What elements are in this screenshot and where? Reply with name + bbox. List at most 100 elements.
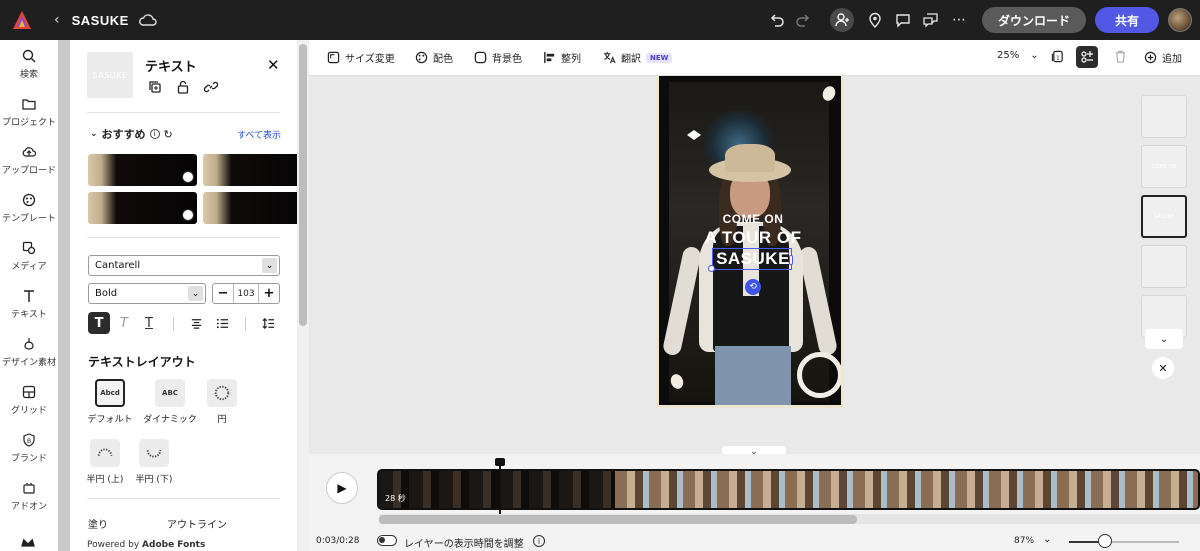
chevron-down-icon: ⌄ <box>262 258 277 273</box>
refresh-icon[interactable]: ↻ <box>164 128 173 141</box>
rail-item-brand[interactable]: B ブランド <box>0 424 58 472</box>
rail-item-upload[interactable]: アップロード <box>0 136 58 184</box>
share-button[interactable]: 共有 <box>1094 7 1159 33</box>
rail-item-templates[interactable]: テンプレート <box>0 184 58 232</box>
align-button[interactable]: 整列 <box>543 50 581 65</box>
download-button[interactable]: ダウンロード <box>981 7 1086 33</box>
rail-item-grid[interactable]: グリッド <box>0 376 58 424</box>
timeline: ▶ 28 秒 0:03/0:28 レイヤーの表示時間を調整 i 87% ⌄ <box>309 454 1200 551</box>
layers-icon[interactable] <box>1076 46 1098 68</box>
info-icon[interactable]: i <box>533 535 545 547</box>
rail-item-projects[interactable]: プロジェクト <box>0 88 58 136</box>
page-thumbnail[interactable]: COME ON <box>1141 145 1187 188</box>
play-icon[interactable]: ▶ <box>326 472 358 504</box>
crown-icon[interactable] <box>20 534 36 550</box>
line-spacing-icon[interactable] <box>257 312 279 334</box>
rail-item-addons[interactable]: アドオン <box>0 472 58 520</box>
redo-icon[interactable] <box>792 9 814 31</box>
video-frame[interactable]: COME ON A TOUR OF SASUKE ⟲ <box>656 76 844 408</box>
media-icon <box>22 241 36 254</box>
left-rail: 検索 プロジェクト アップロード テンプレート メディア テキスト デザイン素材… <box>0 40 58 551</box>
timeline-zoom-slider-handle[interactable] <box>1098 534 1112 548</box>
more-icon[interactable]: ⋯ <box>948 9 970 31</box>
zoom-value: 25% <box>997 50 1020 61</box>
adobe-express-logo-icon[interactable] <box>12 10 32 30</box>
translate-button[interactable]: 翻訳 NEW <box>603 50 673 65</box>
link-icon[interactable] <box>204 80 218 94</box>
text-come-on[interactable]: COME ON <box>659 212 841 226</box>
project-title[interactable]: SASUKE <box>72 13 129 28</box>
layout-arc-up-option[interactable] <box>90 439 120 467</box>
page-count-icon[interactable]: 1 <box>1051 50 1064 63</box>
close-pages-icon[interactable]: ✕ <box>1152 357 1174 379</box>
shapes-icon <box>24 337 34 350</box>
recommended-header[interactable]: ⌄ おすすめ i ↻ <box>90 126 173 142</box>
rail-item-search[interactable]: 検索 <box>0 40 58 88</box>
unlock-icon[interactable] <box>176 80 190 94</box>
panel-title: テキスト <box>145 60 197 75</box>
back-chevron-icon[interactable]: ‹ <box>54 12 60 28</box>
rail-item-design-assets[interactable]: デザイン素材 <box>0 328 58 376</box>
rail-item-text[interactable]: テキスト <box>0 280 58 328</box>
resize-button[interactable]: サイズ変更 <box>327 50 395 65</box>
show-all-link[interactable]: すべて表示 <box>237 128 281 141</box>
chevron-down-icon[interactable]: ⌄ <box>1043 534 1051 545</box>
trash-icon[interactable] <box>1114 50 1127 63</box>
tab-outline[interactable]: アウトライン <box>167 516 227 531</box>
text-properties-panel: SASUKE テキスト ✕ ⌄ おすすめ i ↻ すべて表示 Cantarell… <box>70 40 297 551</box>
layer-duration-toggle[interactable] <box>377 535 397 546</box>
location-pin-icon[interactable] <box>864 9 886 31</box>
page-thumbnail[interactable] <box>1141 245 1187 288</box>
rotate-handle-icon[interactable]: ⟲ <box>745 279 761 295</box>
resize-handle[interactable] <box>708 265 715 272</box>
avatar[interactable] <box>1168 8 1192 32</box>
font-size-stepper[interactable]: − 103 + <box>212 283 280 304</box>
page-thumbnail-selected[interactable]: SASUKE <box>1141 195 1187 238</box>
rail-scrollbar[interactable] <box>58 40 70 551</box>
resize-handle[interactable] <box>789 255 793 265</box>
more-pages-chevron-icon[interactable]: ⌄ <box>1145 329 1183 349</box>
style-preset-tile[interactable] <box>203 154 297 186</box>
duplicate-icon[interactable] <box>148 80 162 94</box>
powered-brand[interactable]: Adobe Fonts <box>142 540 205 550</box>
layout-dynamic-option[interactable]: ABC <box>155 379 185 407</box>
style-preset-tile[interactable] <box>88 154 197 186</box>
panel-scrollbar-thumb[interactable] <box>299 44 307 326</box>
page-thumbnail[interactable] <box>1141 95 1187 138</box>
style-preset-tile[interactable] <box>88 192 197 224</box>
undo-icon[interactable] <box>766 9 788 31</box>
tab-fill[interactable]: 塗り <box>88 516 108 531</box>
color-scheme-button[interactable]: 配色 <box>415 50 453 65</box>
rail-item-media[interactable]: メディア <box>0 232 58 280</box>
powered-by-text: Powered by Adobe Fonts <box>87 540 205 550</box>
background-color-button[interactable]: 背景色 <box>474 50 522 65</box>
style-preset-tile[interactable] <box>203 192 297 224</box>
close-icon[interactable]: ✕ <box>267 56 280 74</box>
align-center-icon[interactable] <box>185 312 207 334</box>
font-weight-select[interactable]: Bold ⌄ <box>88 283 206 304</box>
playhead[interactable] <box>499 458 501 514</box>
underline-text-icon[interactable]: T <box>138 312 160 334</box>
info-icon[interactable]: i <box>149 129 160 139</box>
canvas-area[interactable]: COME ON A TOUR OF SASUKE ⟲ COME ON SASUK… <box>309 76 1200 458</box>
comment-icon[interactable] <box>892 9 914 31</box>
invite-user-icon[interactable] <box>829 8 854 32</box>
zoom-select[interactable]: 25% ⌄ <box>997 50 1039 61</box>
font-size-value[interactable]: 103 <box>233 284 259 303</box>
font-family-select[interactable]: Cantarell ⌄ <box>88 255 280 276</box>
bold-text-icon[interactable]: T <box>88 312 110 334</box>
review-icon[interactable] <box>920 9 942 31</box>
decrease-font-size-button[interactable]: − <box>213 284 233 303</box>
add-page-button[interactable]: 追加 <box>1144 50 1182 65</box>
layout-arc-down-option[interactable] <box>139 439 169 467</box>
timeline-scrollbar-thumb[interactable] <box>379 515 857 524</box>
layout-circle-option[interactable] <box>207 379 237 407</box>
layout-default-option[interactable]: Abcd <box>95 379 125 407</box>
palette-icon <box>415 51 428 64</box>
increase-font-size-button[interactable]: + <box>259 284 279 303</box>
italic-text-icon[interactable]: T <box>113 312 135 334</box>
text-a-tour-of[interactable]: A TOUR OF <box>659 228 841 248</box>
font-family-value: Cantarell <box>95 260 141 271</box>
bullet-list-icon[interactable] <box>211 312 233 334</box>
selection-box[interactable] <box>712 248 792 270</box>
